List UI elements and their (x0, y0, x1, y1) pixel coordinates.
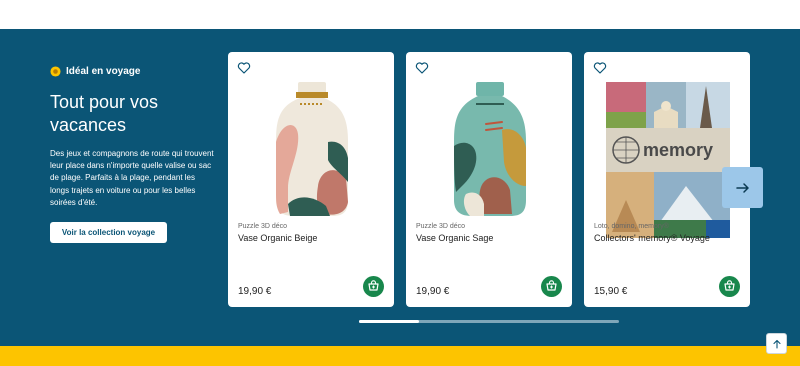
product-title[interactable]: Vase Organic Beige (238, 233, 317, 243)
footer-stripe (0, 346, 800, 366)
promo-description: Des jeux et compagnons de route qui trou… (50, 149, 214, 207)
product-price: 15,90 € (594, 286, 628, 297)
cart-icon (546, 280, 557, 291)
product-category: Puzzle 3D déco (416, 223, 466, 230)
product-image-memory-box[interactable]: memory (594, 82, 740, 238)
heart-icon[interactable] (237, 61, 251, 75)
product-category: Puzzle 3D déco (238, 223, 288, 230)
product-title[interactable]: Vase Organic Sage (416, 233, 493, 243)
product-price: 19,90 € (416, 286, 450, 297)
collection-button[interactable]: Voir la collection voyage (50, 222, 167, 243)
heart-icon[interactable] (415, 61, 429, 75)
arrow-up-icon (772, 339, 781, 349)
product-category: Loto, domino, memory® (594, 223, 669, 230)
product-title[interactable]: Collectors' memory® Voyage (594, 233, 710, 243)
promo-tag: Idéal en voyage (50, 66, 140, 77)
add-to-cart-button[interactable] (541, 276, 562, 297)
product-price: 19,90 € (238, 286, 272, 297)
carousel-next-button[interactable] (722, 167, 763, 208)
box-logo-text: memory (643, 140, 713, 160)
product-card-vase-sage[interactable]: Puzzle 3D déco Vase Organic Sage 19,90 € (406, 52, 572, 307)
cart-icon (368, 280, 379, 291)
carousel-scrollbar[interactable] (359, 320, 619, 323)
promo-tag-label: Idéal en voyage (66, 66, 141, 77)
page-top (0, 0, 800, 29)
product-image-vase-beige[interactable] (238, 82, 384, 238)
promo-headline: Tout pour vos vacances (50, 92, 159, 135)
product-image-vase-sage[interactable] (416, 82, 562, 238)
carousel-scrollbar-thumb[interactable] (359, 320, 419, 323)
add-to-cart-button[interactable] (719, 276, 740, 297)
arrow-right-icon (735, 182, 749, 193)
sun-icon (50, 66, 61, 77)
heart-icon[interactable] (593, 61, 607, 75)
cart-icon (724, 280, 735, 291)
add-to-cart-button[interactable] (363, 276, 384, 297)
back-to-top-button[interactable] (766, 333, 787, 354)
product-card-vase-beige[interactable]: Puzzle 3D déco Vase Organic Beige 19,90 … (228, 52, 394, 307)
